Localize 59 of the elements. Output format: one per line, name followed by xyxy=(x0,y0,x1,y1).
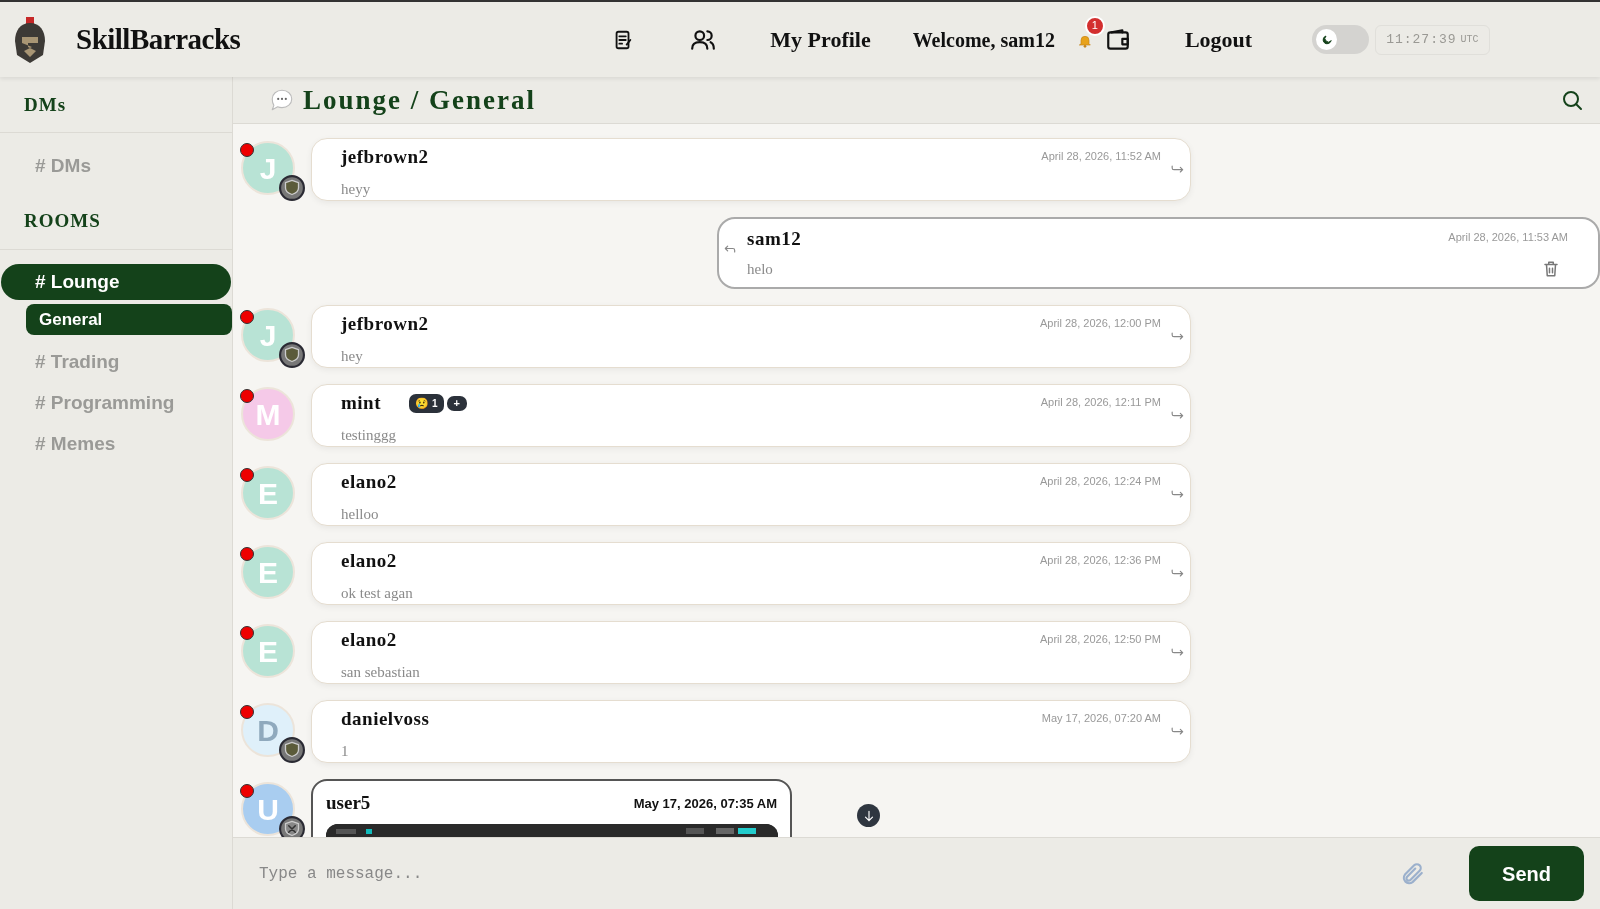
trash-icon[interactable] xyxy=(1542,259,1560,278)
username: mint xyxy=(341,391,381,415)
username: sam12 xyxy=(747,227,802,251)
message-text: helloo xyxy=(341,504,380,524)
helmet-logo-icon xyxy=(14,16,46,63)
reaction-emoji: 😢 xyxy=(415,397,429,409)
notification-count: 1 xyxy=(1084,15,1105,36)
username: elano2 xyxy=(341,628,397,652)
timestamp: April 28, 2026, 12:24 PM xyxy=(1039,474,1161,489)
crossed-shield-badge-icon xyxy=(279,816,305,837)
welcome-text: Welcome, sam12 xyxy=(912,27,1055,53)
username: danielvoss xyxy=(341,707,430,731)
scroll-down-button[interactable] xyxy=(857,804,880,827)
search-icon[interactable] xyxy=(1560,88,1584,112)
brand-name[interactable]: SkillBarracks xyxy=(76,17,241,62)
logout-link[interactable]: Logout xyxy=(1184,23,1253,56)
profile-link[interactable]: My Profile xyxy=(770,23,871,56)
clock-zone: UTC xyxy=(1460,33,1479,47)
message-text: heyy xyxy=(341,179,372,199)
clock-time: 11:27:39 xyxy=(1386,30,1457,49)
timestamp: April 28, 2026, 12:00 PM xyxy=(1039,316,1161,331)
dark-mode-toggle[interactable] xyxy=(1312,25,1370,54)
timestamp: April 28, 2026, 11:52 AM xyxy=(1041,149,1161,164)
message-text: helo xyxy=(747,259,773,279)
speech-bubble-icon xyxy=(269,87,295,113)
reaction-count: 1 xyxy=(432,396,438,411)
username: elano2 xyxy=(341,470,397,494)
message-text: san sebastian xyxy=(341,662,421,682)
message-text: ok test agan xyxy=(341,583,414,603)
timestamp: April 28, 2026, 12:36 PM xyxy=(1039,553,1161,568)
avatar: E xyxy=(241,624,295,678)
wallet-icon[interactable] xyxy=(1104,26,1131,53)
shield-badge-icon xyxy=(279,342,305,368)
subroom-item[interactable]: General xyxy=(26,304,232,335)
shield-badge-icon xyxy=(279,737,305,763)
timestamp: May 17, 2026, 07:35 AM xyxy=(633,794,777,813)
message-text: testinggg xyxy=(341,425,397,445)
timestamp: April 28, 2026, 12:11 PM xyxy=(1040,395,1161,410)
reaction-chip[interactable]: 😢 1 xyxy=(409,393,444,413)
username: elano2 xyxy=(341,549,397,573)
timestamp: April 28, 2026, 12:50 PM xyxy=(1039,632,1161,647)
moon-icon xyxy=(1320,33,1333,46)
section-heading: ROOMS xyxy=(0,200,232,250)
username: user5 xyxy=(326,791,371,815)
username: jefbrown2 xyxy=(341,312,429,336)
username: jefbrown2 xyxy=(341,145,429,169)
avatar: E xyxy=(241,466,295,520)
message-text: hey xyxy=(341,346,364,366)
room-title: Lounge / General xyxy=(303,83,536,117)
message-text: 1 xyxy=(341,741,350,761)
timestamp: April 28, 2026, 11:53 AM xyxy=(1448,230,1568,245)
avatar: E xyxy=(241,545,295,599)
section-heading: DMs xyxy=(0,91,232,133)
message-input[interactable]: Type a message... xyxy=(259,861,1399,886)
send-button[interactable]: Send xyxy=(1469,846,1584,901)
shield-badge-icon xyxy=(279,175,305,201)
timestamp: May 17, 2026, 07:20 AM xyxy=(1041,711,1161,726)
room-item[interactable]: # Lounge xyxy=(1,264,231,300)
add-reaction-button[interactable]: + xyxy=(446,395,467,411)
